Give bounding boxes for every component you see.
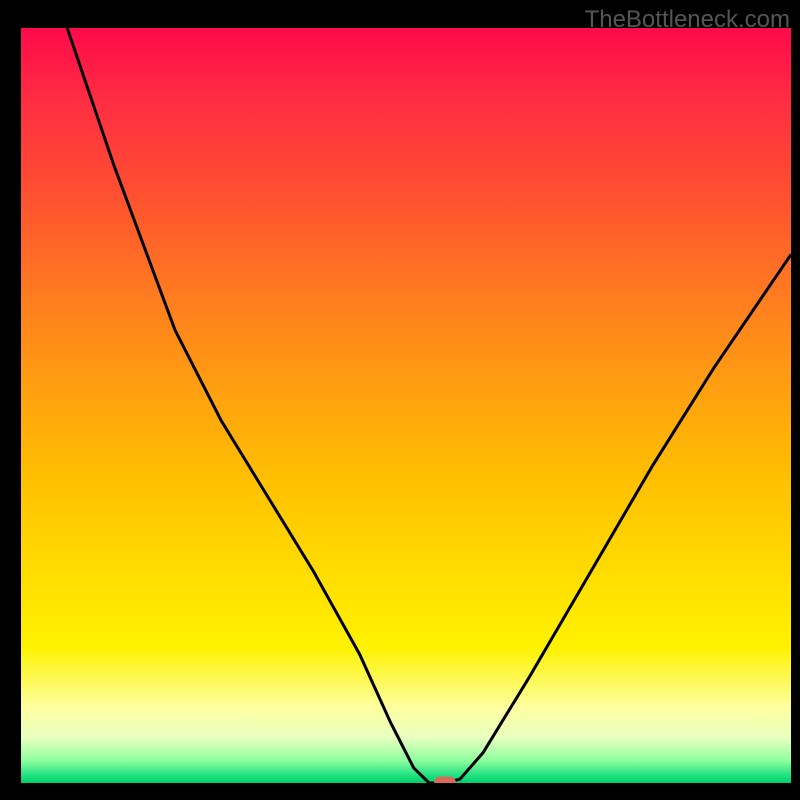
optimal-point-marker [434,777,456,784]
bottleneck-curve [21,28,791,783]
curve-line [67,28,791,783]
chart-plot-area [21,28,791,783]
watermark-text: TheBottleneck.com [585,6,790,34]
